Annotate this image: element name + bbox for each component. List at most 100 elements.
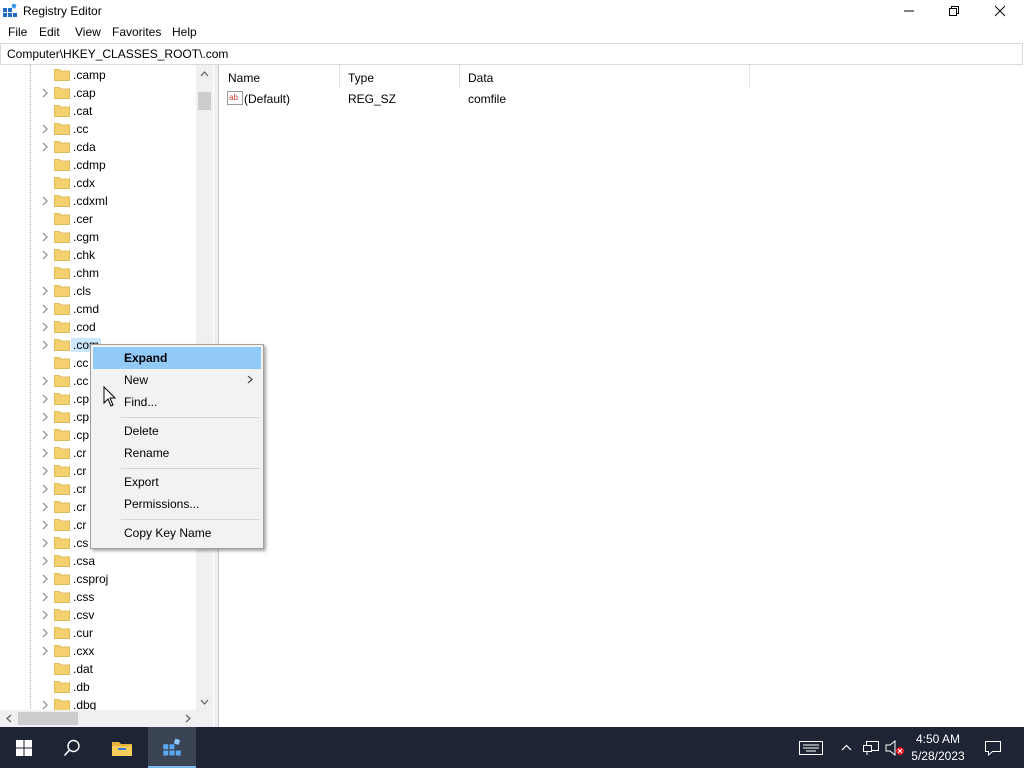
menu-file[interactable]: File [8, 25, 27, 39]
network-button[interactable] [860, 727, 882, 768]
tree-item[interactable]: .camp [0, 66, 196, 84]
tree-item-label: .cda [73, 140, 96, 154]
close-button[interactable] [977, 0, 1023, 22]
menu-edit[interactable]: Edit [39, 25, 60, 39]
menu-item-new[interactable]: New [93, 369, 261, 391]
column-header-name[interactable]: Name [219, 65, 339, 89]
chevron-right-icon[interactable] [40, 520, 50, 530]
chevron-right-icon[interactable] [40, 376, 50, 386]
chevron-right-icon[interactable] [40, 232, 50, 242]
chevron-right-icon[interactable] [40, 466, 50, 476]
menu-item-export[interactable]: Export [93, 471, 261, 493]
menu-item-copy-key-name[interactable]: Copy Key Name [93, 522, 261, 544]
tree-item-label: .cdxml [73, 194, 108, 208]
menu-item-permissions[interactable]: Permissions... [93, 493, 261, 515]
chevron-right-icon[interactable] [40, 340, 50, 350]
tree-item[interactable]: .cdxml [0, 192, 196, 210]
tree-item[interactable]: .csproj [0, 570, 196, 588]
column-header-data[interactable]: Data [459, 65, 749, 89]
scroll-right-button[interactable] [179, 710, 196, 727]
value-row[interactable]: ab (Default) REG_SZ comfile [219, 90, 1024, 108]
menu-help[interactable]: Help [172, 25, 197, 39]
scroll-left-button[interactable] [0, 710, 17, 727]
chevron-right-icon[interactable] [40, 142, 50, 152]
search-button[interactable] [48, 727, 96, 768]
tree-item[interactable]: .cdx [0, 174, 196, 192]
chevron-right-icon[interactable] [40, 88, 50, 98]
chevron-right-icon[interactable] [40, 448, 50, 458]
tree-item-label: .css [73, 590, 95, 604]
chevron-right-icon[interactable] [40, 286, 50, 296]
tree-item[interactable]: .db [0, 678, 196, 696]
tree-item[interactable]: .dat [0, 660, 196, 678]
menu-item-delete[interactable]: Delete [93, 420, 261, 442]
chevron-right-icon[interactable] [40, 592, 50, 602]
file-explorer-taskbar-button[interactable] [98, 727, 146, 768]
chevron-right-icon[interactable] [40, 700, 50, 710]
restore-button[interactable] [931, 0, 977, 22]
clock-time[interactable]: 4:50 AM [905, 732, 971, 746]
chevron-right-icon[interactable] [40, 610, 50, 620]
tree-item[interactable]: .cer [0, 210, 196, 228]
column-divider[interactable] [749, 65, 750, 89]
chevron-right-icon[interactable] [40, 124, 50, 134]
tree-item[interactable]: .chm [0, 264, 196, 282]
action-center-button[interactable] [980, 727, 1006, 768]
values-list[interactable]: Name Type Data ab (Default) REG_SZ comfi… [219, 65, 1024, 727]
tree-item[interactable]: .cda [0, 138, 196, 156]
chevron-right-icon[interactable] [40, 646, 50, 656]
tree-item[interactable]: .cmd [0, 300, 196, 318]
address-path[interactable]: Computer\HKEY_CLASSES_ROOT\.com [7, 47, 228, 61]
clock-date[interactable]: 5/28/2023 [905, 749, 971, 763]
menu-view[interactable]: View [75, 25, 101, 39]
folder-icon [54, 339, 70, 351]
chevron-right-icon[interactable] [40, 502, 50, 512]
chevron-right-icon[interactable] [40, 196, 50, 206]
tree-item[interactable]: .cgm [0, 228, 196, 246]
chevron-right-icon[interactable] [40, 394, 50, 404]
menu-item-expand[interactable]: Expand [93, 347, 261, 369]
touch-keyboard-button[interactable] [796, 727, 826, 768]
tree-item-label: .chm [73, 266, 100, 280]
tree-item[interactable]: .css [0, 588, 196, 606]
chevron-right-icon[interactable] [40, 574, 50, 584]
chevron-right-icon[interactable] [40, 304, 50, 314]
address-bar[interactable]: Computer\HKEY_CLASSES_ROOT\.com [0, 43, 1023, 65]
start-button[interactable] [0, 727, 48, 768]
scroll-down-button[interactable] [196, 693, 213, 710]
tree-item[interactable]: .cls [0, 282, 196, 300]
tree-item-label: .cp [73, 428, 90, 442]
scroll-thumb[interactable] [198, 92, 211, 110]
chevron-right-icon[interactable] [40, 412, 50, 422]
volume-button[interactable] [884, 727, 906, 768]
tree-item[interactable]: .cxx [0, 642, 196, 660]
chevron-right-icon[interactable] [40, 628, 50, 638]
tree-item[interactable]: .cat [0, 102, 196, 120]
menu-favorites[interactable]: Favorites [112, 25, 161, 39]
tree-item[interactable]: .cc [0, 120, 196, 138]
tree-item[interactable]: .cod [0, 318, 196, 336]
tree-item[interactable]: .cur [0, 624, 196, 642]
scroll-thumb[interactable] [18, 712, 78, 725]
menu-item-find[interactable]: Find... [93, 391, 261, 413]
tree-item[interactable]: .chk [0, 246, 196, 264]
scroll-up-button[interactable] [196, 65, 213, 82]
show-hidden-icons-button[interactable] [836, 727, 856, 768]
chevron-right-icon[interactable] [40, 430, 50, 440]
folder-icon [54, 213, 70, 225]
tree-item[interactable]: .cap [0, 84, 196, 102]
chevron-right-icon[interactable] [40, 250, 50, 260]
tree-item[interactable]: .cdmp [0, 156, 196, 174]
minimize-button[interactable] [886, 0, 932, 22]
chevron-right-icon[interactable] [40, 556, 50, 566]
tree-item[interactable]: .csv [0, 606, 196, 624]
chevron-right-icon[interactable] [40, 538, 50, 548]
chevron-right-icon[interactable] [40, 322, 50, 332]
column-header-type[interactable]: Type [339, 65, 459, 89]
tree-horizontal-scrollbar[interactable] [0, 710, 196, 727]
tree-item-label: .cur [73, 626, 94, 640]
menu-item-rename[interactable]: Rename [93, 442, 261, 464]
regedit-taskbar-button[interactable] [148, 727, 196, 768]
chevron-right-icon[interactable] [40, 484, 50, 494]
tree-item[interactable]: .csa [0, 552, 196, 570]
